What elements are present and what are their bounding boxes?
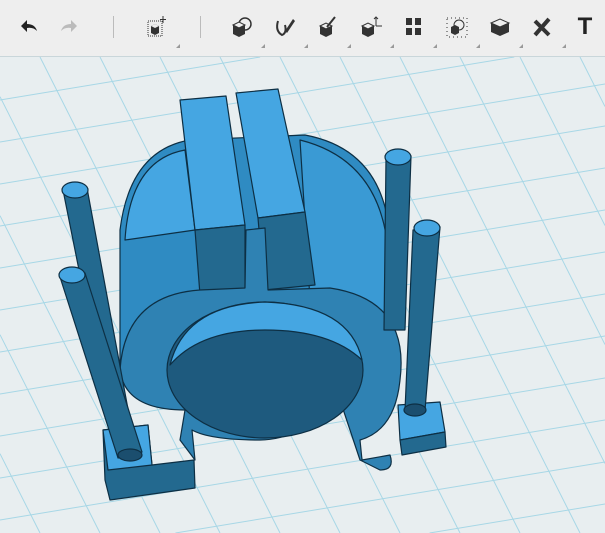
primitives-button[interactable] bbox=[225, 10, 265, 48]
transform-button[interactable] bbox=[140, 10, 180, 48]
modify-icon bbox=[360, 16, 382, 37]
redo-icon bbox=[61, 20, 77, 32]
grid-line bbox=[579, 57, 605, 107]
toolbar-divider bbox=[113, 16, 114, 38]
sketch-icon bbox=[276, 19, 295, 37]
modify-button[interactable] bbox=[354, 10, 394, 48]
grid-line bbox=[0, 57, 261, 101]
redo-button[interactable] bbox=[52, 10, 86, 44]
measure-button[interactable] bbox=[526, 10, 566, 48]
construct-icon bbox=[318, 16, 336, 37]
transform-icon bbox=[147, 16, 166, 37]
grid-line bbox=[0, 419, 605, 521]
sketch-button[interactable] bbox=[268, 10, 308, 48]
pattern-button[interactable] bbox=[397, 10, 437, 48]
text-icon: T bbox=[577, 13, 593, 40]
primitives-icon bbox=[231, 17, 252, 37]
combine-button[interactable] bbox=[483, 10, 523, 48]
pillar bbox=[383, 148, 412, 331]
pillar bbox=[403, 219, 441, 417]
grid-line bbox=[459, 57, 605, 345]
text-button[interactable]: T bbox=[568, 10, 602, 44]
undo-icon bbox=[21, 20, 37, 32]
grouping-icon bbox=[446, 17, 468, 38]
3d-model[interactable] bbox=[58, 88, 447, 501]
grid-line bbox=[0, 453, 41, 533]
construct-button[interactable] bbox=[311, 10, 351, 48]
measure-icon bbox=[533, 17, 551, 37]
combine-icon bbox=[489, 18, 511, 36]
toolbar-divider bbox=[200, 16, 201, 38]
pattern-icon bbox=[406, 18, 421, 35]
undo-button[interactable] bbox=[12, 10, 46, 44]
3d-viewport[interactable] bbox=[0, 57, 605, 533]
grouping-button[interactable] bbox=[440, 10, 480, 48]
toolbar: T bbox=[0, 0, 605, 57]
grid-line bbox=[175, 461, 605, 533]
app-window: T bbox=[0, 0, 605, 533]
